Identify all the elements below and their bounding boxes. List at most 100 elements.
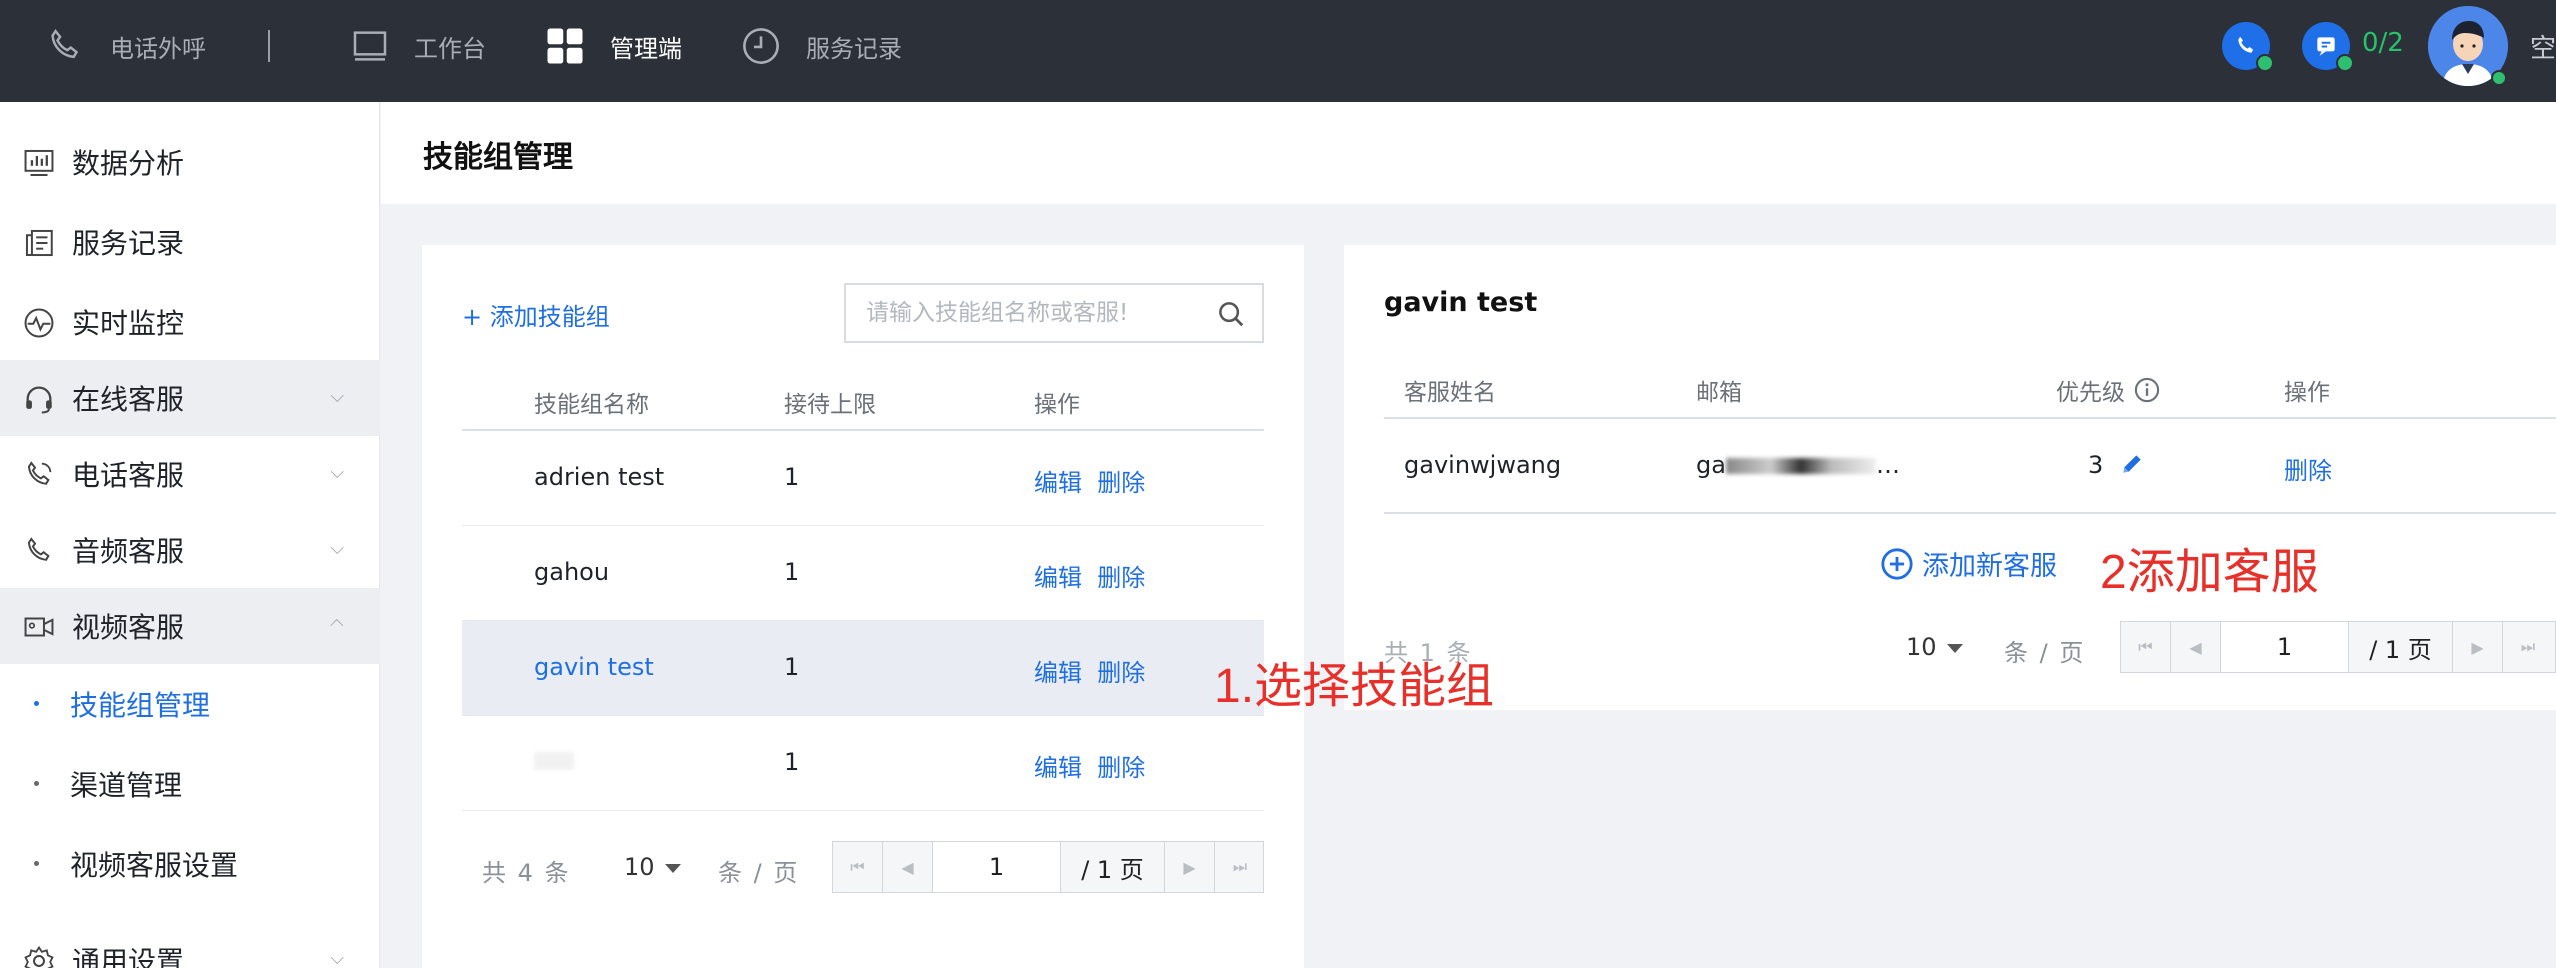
monitor-screen-icon [353,31,387,61]
sidebar-item-label: 电话客服 [72,459,185,492]
first-page-button[interactable]: ⏮ [2121,622,2171,672]
agent-priority: 3 [2088,451,2145,479]
sidebar-item-phone-service[interactable]: 电话客服 ⌵ [0,436,380,512]
email-tail: … [1875,451,1900,479]
content-header: 技能组管理 [381,102,2556,204]
sidebar-subitem-skill-groups[interactable]: 技能组管理 [0,664,380,740]
sidebar-item-label: 视频客服 [72,611,185,644]
phone-status-icon [2238,36,2254,53]
edit-button[interactable]: 编辑 [1034,469,1082,497]
skill-group-panel: + 添加技能组 技能组名称 接待上限 操作 adrien test 1 编辑 删… [422,245,1304,968]
redaction [534,752,574,770]
sidebar-subitem-label: 视频客服设置 [70,849,239,882]
sidebar-subitem-channels[interactable]: 渠道管理 [0,744,380,820]
sidebar-item-label: 数据分析 [72,147,185,180]
prev-page-button[interactable]: ◀ [883,842,933,892]
workbench-label: 工作台 [414,34,486,63]
annotation-step2: 2添加客服 [2100,546,2319,599]
bullet-dot [34,861,39,866]
page-input[interactable]: 1 [933,842,1061,892]
last-page-button[interactable]: ⏭ [2503,622,2553,672]
admin-tab[interactable]: 管理端 [544,0,682,92]
chart-icon [24,149,54,177]
service-records-label: 服务记录 [806,34,902,63]
search-input[interactable] [866,297,1206,329]
column-header: 操作 [2284,380,2330,406]
table-row[interactable]: 1 编辑 删除 [462,716,1264,811]
pagination: 共 1 条 10 条 / 页 ⏮ ◀ 1 / 1 页 ▶ ⏭ [1384,621,2556,673]
column-header: 优先级 [2056,380,2125,406]
plus-circle-icon [1881,547,1913,580]
skill-group-name-redacted [534,748,574,776]
page-size-value: 10 [1906,633,1937,661]
sidebar-item-online-service[interactable]: 在线客服 ⌵ [0,360,380,436]
pencil-icon[interactable] [2119,451,2145,477]
group-detail-panel: gavin test 客服姓名 邮箱 优先级 操作 gavinwjwang ga… [1344,245,2556,710]
last-page-button[interactable]: ⏭ [1215,842,1265,892]
delete-button[interactable]: 删除 [1097,564,1145,592]
page-input[interactable]: 1 [2221,622,2349,672]
next-page-button[interactable]: ▶ [1165,842,1215,892]
service-records-tab[interactable]: 服务记录 [740,0,902,92]
delete-button[interactable]: 删除 [1097,754,1145,782]
sidebar-item-data-analysis[interactable]: 数据分析 [0,124,380,200]
gear-icon [24,945,54,968]
first-page-button[interactable]: ⏮ [833,842,883,892]
email-prefix: ga [1696,451,1726,479]
sidebar-item-general-settings[interactable]: 通用设置 ⌵ [0,922,380,968]
column-header: 邮箱 [1696,380,1742,406]
reception-limit: 1 [784,558,800,586]
table-row[interactable]: adrien test 1 编辑 删除 [462,431,1264,526]
records-icon [25,229,53,257]
chevron-down-icon: ⌵ [330,386,344,407]
user-name: 空 [2530,34,2556,64]
sidebar-item-audio-service[interactable]: 音频客服 ⌵ [0,512,380,588]
page-title: 技能组管理 [423,140,573,175]
skill-group-name: adrien test [534,463,665,491]
table-header: 技能组名称 接待上限 操作 [462,367,1264,431]
delete-button[interactable]: 删除 [1097,469,1145,497]
chevron-down-icon: ⌵ [330,462,344,483]
session-counter: 0/2 [2362,28,2404,58]
skill-group-table: 技能组名称 接待上限 操作 adrien test 1 编辑 删除 gahou … [462,367,1264,811]
edit-button[interactable]: 编辑 [1034,754,1082,782]
sidebar-item-video-service[interactable]: 视频客服 ⌵ [0,588,380,664]
agent-name: gavinwjwang [1404,451,1562,479]
sidebar-subitem-video-settings[interactable]: 视频客服设置 [0,824,380,900]
phone-outbound-button[interactable]: 电话外呼 [44,0,206,92]
add-skill-group-button[interactable]: + 添加技能组 [462,297,610,332]
next-page-button[interactable]: ▶ [2453,622,2503,672]
table-row-selected[interactable]: gavin test 1 编辑 删除 [462,621,1264,716]
delete-button[interactable]: 删除 [1097,659,1145,687]
agent-email: ga … [1696,451,1900,479]
table-row[interactable]: gahou 1 编辑 删除 [462,526,1264,621]
workbench-tab[interactable]: 工作台 [350,0,486,92]
delete-agent-button[interactable]: 删除 [2284,451,2332,486]
sidebar-item-service-records[interactable]: 服务记录 [0,204,380,280]
sidebar-item-label: 在线客服 [72,383,185,416]
redaction [1725,458,1876,474]
search-icon[interactable] [1216,299,1246,329]
admin-label: 管理端 [610,34,682,63]
sidebar-item-label: 音频客服 [72,535,185,568]
agent-table: 客服姓名 邮箱 优先级 操作 gavinwjwang ga … 3 删除 [1384,355,2556,514]
add-agent-button[interactable]: 添加新客服 [1880,544,2057,583]
chat-status-button[interactable] [2302,22,2354,72]
phone-online-badge [2256,54,2274,72]
info-icon[interactable] [2133,376,2161,404]
table-header: 客服姓名 邮箱 优先级 操作 [1384,355,2556,419]
reception-limit: 1 [784,748,800,776]
prev-page-button[interactable]: ◀ [2171,622,2221,672]
edit-button[interactable]: 编辑 [1034,659,1082,687]
sidebar-item-realtime-monitor[interactable]: 实时监控 [0,284,380,360]
page-size-select[interactable]: 10 [1906,633,1963,661]
edit-button[interactable]: 编辑 [1034,564,1082,592]
page-size-select[interactable]: 10 [624,853,681,881]
phone-status-button[interactable] [2222,22,2274,72]
table-row[interactable]: gavinwjwang ga … 3 删除 [1384,419,2556,514]
audio-icon [27,537,50,561]
reception-limit: 1 [784,653,800,681]
monitor-icon [24,308,54,338]
top-bar: 电话外呼 工作台 管理端 服务记录 0/2 空 [0,0,2556,102]
chevron-down-icon: ⌵ [330,948,344,968]
